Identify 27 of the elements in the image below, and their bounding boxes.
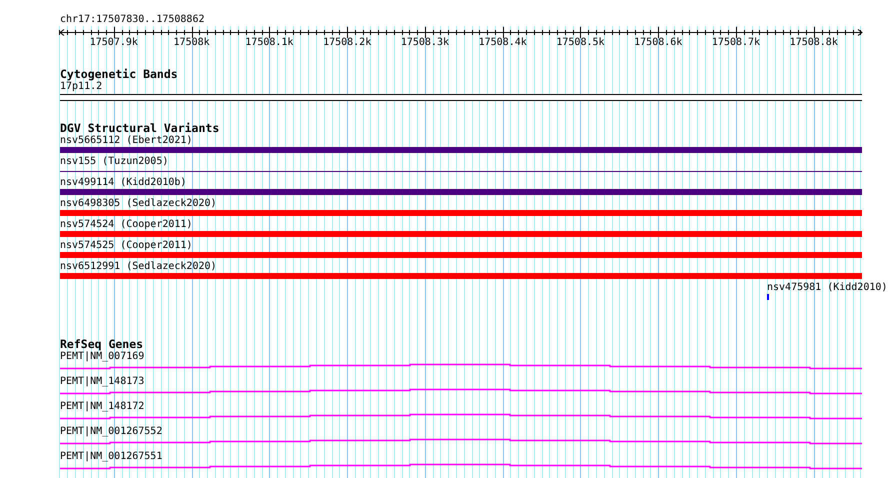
tick-label: 17508.8k [790,37,838,48]
gene-label: PEMT|NM_148172 [60,401,144,413]
tick-label: 17508k [174,37,210,48]
tick-label: 17508.5k [556,37,605,48]
variant-label: nsv6512991 (Sedlazeck2020) [60,261,217,273]
tick-label: 17508.7k [712,37,760,48]
gene-label: PEMT|NM_148173 [60,376,144,388]
tick-label: 17508.1k [245,37,294,48]
track-title: DGV Structural Variants [60,122,220,134]
tick-label: 17508.2k [323,37,372,48]
variant-label: nsv6498305 (Sedlazeck2020) [60,198,217,210]
track-title: RefSeq Genes [60,338,144,350]
variant-label: nsv574524 (Cooper2011) [60,219,192,231]
tick-label: 17508.6k [634,37,682,48]
tick-label: 17508.4k [478,37,527,48]
tick-label: 17508.3k [400,37,449,48]
variant-label: nsv5665112 (Ebert2021) [60,135,192,147]
gene-label: PEMT|NM_001267551 [60,451,162,463]
track-title: Cytogenetic Bands [60,68,178,80]
variant-label: nsv155 (Tuzun2005) [60,156,168,168]
gene-label: PEMT|NM_007169 [60,351,144,363]
tick-label: 17507.9k [90,37,138,48]
gene-label: PEMT|NM_001267552 [60,426,162,438]
variant-label: nsv574525 (Cooper2011) [60,240,192,252]
variant-label: nsv499114 (Kidd2010b) [60,177,186,189]
variant-label: nsv475981 (Kidd2010) [767,282,888,294]
band-label: 17p11.2 [60,81,102,93]
